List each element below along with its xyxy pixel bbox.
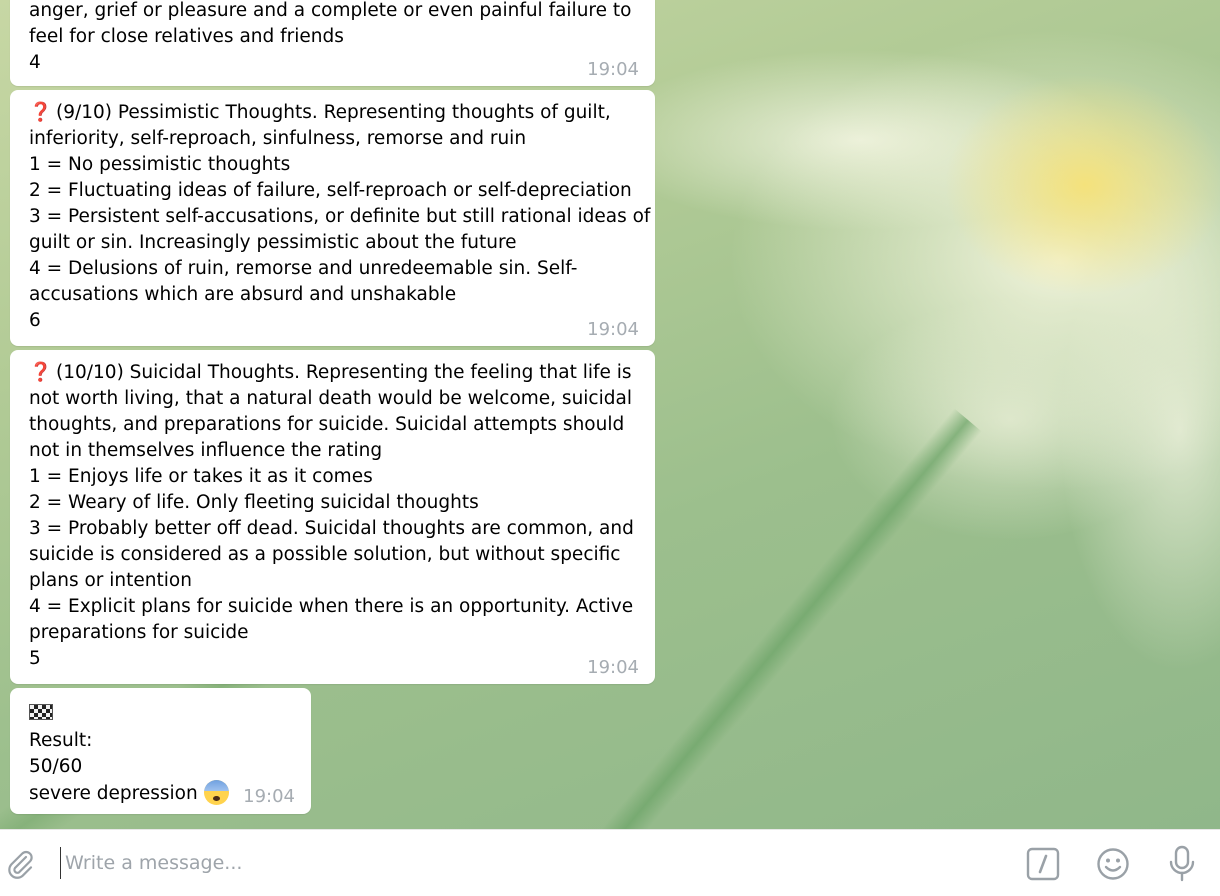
- message-text-line: 2 = Weary of life. Only fleeting suicida…: [29, 492, 479, 513]
- checkered-flag-icon: [29, 704, 53, 720]
- message-input[interactable]: [60, 847, 960, 879]
- message-text-line: not worth living, that a natural death w…: [29, 388, 632, 409]
- emoji-icon[interactable]: [1096, 847, 1130, 881]
- microphone-icon[interactable]: [1168, 845, 1196, 883]
- message-text-line: 5: [29, 648, 41, 669]
- message-text-line: 1 = No pessimistic thoughts: [29, 154, 291, 175]
- question-mark-icon: ❓: [29, 362, 53, 383]
- question-mark-icon: ❓: [29, 102, 53, 123]
- message-text-line: thoughts, and preparations for suicide. …: [29, 414, 625, 435]
- question-title: (10/10) Suicidal Thoughts. Representing …: [56, 362, 632, 383]
- message-text-line: 1 = Enjoys life or takes it as it comes: [29, 466, 373, 487]
- message-text-line: suicide is considered as a possible solu…: [29, 544, 621, 565]
- message-text-line: 3 = Probably better off dead. Suicidal t…: [29, 518, 634, 539]
- message-text-line: 4 = Explicit plans for suicide when ther…: [29, 596, 634, 617]
- message-text-line: plans or intention: [29, 570, 192, 591]
- paperclip-icon[interactable]: [4, 848, 36, 880]
- message-bubble[interactable]: anger, grief or pleasure and a complete …: [10, 0, 655, 86]
- message-text-line: guilt or sin. Increasingly pessimistic a…: [29, 232, 517, 253]
- message-text-line: preparations for suicide: [29, 622, 249, 643]
- message-bubble[interactable]: ❓ (9/10) Pessimistic Thoughts. Representi…: [10, 90, 655, 346]
- anxious-face-icon: [203, 780, 229, 805]
- result-score: 50/60: [29, 756, 83, 777]
- message-text-line: 3 = Persistent self-accusations, or defi…: [29, 206, 651, 227]
- message-time: 19:04: [243, 786, 295, 807]
- message-text-line: ❓ (9/10) Pessimistic Thoughts. Representi…: [29, 100, 636, 126]
- message-time: 19:04: [587, 319, 639, 340]
- message-time: 19:04: [587, 59, 639, 80]
- message-composer: [0, 829, 1220, 896]
- message-text-line: 4: [29, 52, 41, 73]
- message-text-line: Result:: [29, 730, 93, 751]
- message-text-line: ❓ (10/10) Suicidal Thoughts. Representing…: [29, 360, 636, 386]
- message-text-line: feel for close relatives and friends: [29, 26, 344, 47]
- result-verdict: severe depression: [29, 783, 198, 804]
- message-text-line: [29, 698, 292, 728]
- message-text-line: accusations which are absurd and unshaka…: [29, 284, 457, 305]
- message-text-line: 4 = Delusions of ruin, remorse and unred…: [29, 258, 578, 279]
- message-text-line: inferiority, self-reproach, sinfulness, …: [29, 128, 527, 149]
- message-time: 19:04: [587, 657, 639, 678]
- message-text-line: 6: [29, 310, 41, 331]
- message-text-line: not in themselves influence the rating: [29, 440, 383, 461]
- bot-command-icon[interactable]: [1026, 847, 1060, 881]
- question-title: (9/10) Pessimistic Thoughts. Representin…: [56, 102, 611, 123]
- result-message-bubble[interactable]: Result: 50/60 severe depression 19:04: [10, 688, 311, 814]
- message-text-line: 2 = Fluctuating ideas of failure, self-r…: [29, 180, 632, 201]
- message-text-line: anger, grief or pleasure and a complete …: [29, 0, 632, 21]
- message-bubble[interactable]: ❓ (10/10) Suicidal Thoughts. Representing…: [10, 350, 655, 684]
